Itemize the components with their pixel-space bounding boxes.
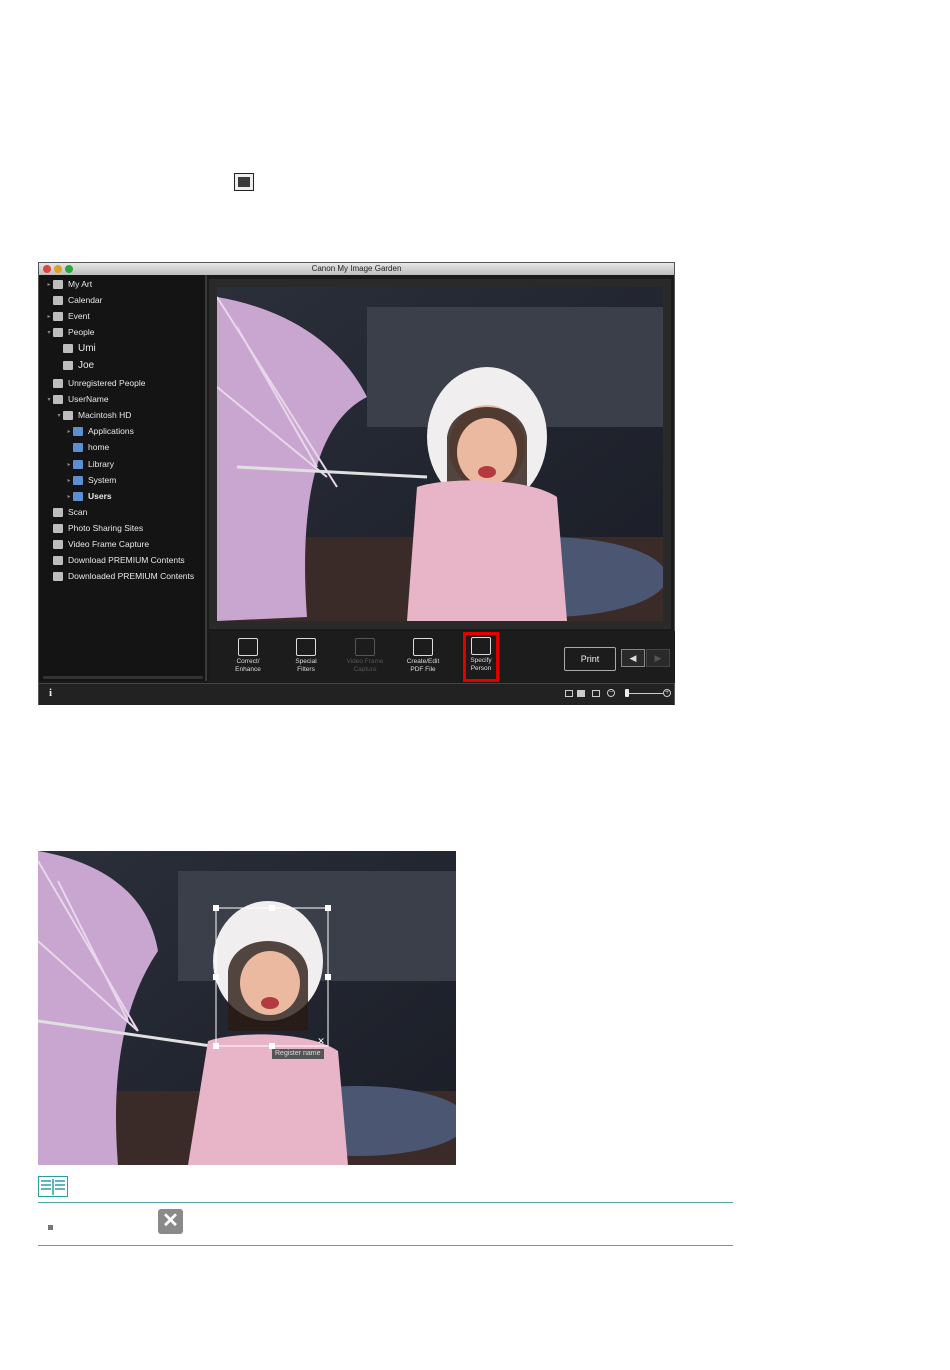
computer-icon bbox=[53, 394, 63, 404]
person-icon bbox=[63, 360, 73, 370]
video-frame-capture-button[interactable]: Video Frame Capture bbox=[336, 635, 394, 681]
sidebar-item-event[interactable]: ▸ Event bbox=[45, 309, 89, 323]
drive-icon bbox=[63, 410, 73, 420]
folder-icon bbox=[73, 475, 83, 485]
sidebar-item-people[interactable]: ▾ People bbox=[45, 325, 94, 339]
close-icon: ✕ bbox=[158, 1209, 183, 1234]
photo-sharing-icon bbox=[53, 523, 63, 533]
folder-icon bbox=[73, 491, 83, 501]
download-icon bbox=[53, 555, 63, 565]
sidebar-item-download-premium[interactable]: Download PREMIUM Contents bbox=[53, 553, 185, 567]
bullet-icon bbox=[48, 1225, 53, 1230]
zoom-slider-knob[interactable] bbox=[625, 689, 629, 697]
video-frame-icon bbox=[53, 539, 63, 549]
sidebar-item-scan[interactable]: Scan bbox=[53, 505, 87, 519]
folder-icon bbox=[73, 459, 83, 469]
special-filters-icon bbox=[296, 638, 316, 656]
face-frame-photo bbox=[38, 851, 456, 1165]
sidebar-item-library[interactable]: ▸ Library bbox=[65, 457, 114, 471]
specify-person-icon bbox=[471, 637, 491, 655]
sidebar-item-macintosh-hd[interactable]: ▾ Macintosh HD bbox=[55, 408, 131, 422]
sidebar-item-username[interactable]: ▾ UserName bbox=[45, 392, 108, 406]
toolbar: Correct/ Enhance Special Filters Video F… bbox=[209, 631, 675, 683]
correct-enhance-button[interactable]: Correct/ Enhance bbox=[219, 635, 277, 681]
sidebar: ▸ My Art Calendar ▸ Event ▾ People Umi Joe … bbox=[39, 275, 207, 681]
correct-enhance-icon bbox=[238, 638, 258, 656]
people-icon bbox=[53, 327, 63, 337]
video-frame-capture-icon bbox=[355, 638, 375, 656]
unregistered-people-icon bbox=[53, 378, 63, 388]
event-icon bbox=[53, 311, 63, 321]
full-screen-icon[interactable] bbox=[592, 690, 600, 697]
sidebar-item-downloaded-premium[interactable]: Downloaded PREMIUM Contents bbox=[53, 569, 194, 583]
downloaded-folder-icon bbox=[53, 571, 63, 581]
sidebar-item-users[interactable]: ▸ Users bbox=[65, 489, 111, 503]
zoom-out-icon[interactable]: − bbox=[607, 689, 615, 697]
special-filters-button[interactable]: Special Filters bbox=[277, 635, 335, 681]
sidebar-item-unregistered-people[interactable]: Unregistered People bbox=[53, 376, 146, 390]
window-title: Canon My Image Garden bbox=[311, 264, 402, 273]
detail-view-icon[interactable] bbox=[577, 690, 585, 697]
scan-icon bbox=[53, 507, 63, 517]
pdf-file-icon bbox=[413, 638, 433, 656]
sidebar-item-calendar[interactable]: Calendar bbox=[45, 293, 103, 307]
previous-button[interactable]: ◀ bbox=[621, 649, 645, 667]
myart-icon bbox=[53, 279, 63, 289]
thumbnail-view-icon[interactable] bbox=[565, 690, 573, 697]
folder-icon bbox=[73, 426, 83, 436]
sidebar-item-home[interactable]: home bbox=[73, 440, 109, 454]
status-bar: i − + bbox=[39, 683, 674, 705]
full-screen-view-icon bbox=[234, 173, 254, 191]
register-name-field[interactable]: Register name bbox=[272, 1049, 324, 1059]
sidebar-item-joe[interactable]: Joe bbox=[63, 358, 94, 372]
preview-area bbox=[209, 279, 671, 629]
sidebar-item-applications[interactable]: ▸ Applications bbox=[65, 424, 133, 438]
person-icon bbox=[63, 343, 73, 353]
sidebar-item-video-frame-capture[interactable]: Video Frame Capture bbox=[53, 537, 149, 551]
sidebar-item-my-art[interactable]: ▸ My Art bbox=[45, 277, 92, 291]
specify-person-button[interactable]: Specify Person bbox=[463, 632, 499, 682]
sidebar-item-photo-sharing-sites[interactable]: Photo Sharing Sites bbox=[53, 521, 143, 535]
zoom-slider[interactable] bbox=[627, 693, 663, 694]
face-frame-close-icon[interactable]: ✕ bbox=[316, 1036, 326, 1046]
next-button[interactable]: ▶ bbox=[646, 649, 670, 667]
sidebar-item-system[interactable]: ▸ System bbox=[65, 473, 116, 487]
app-window: Canon My Image Garden ▸ My Art Calendar ▸… bbox=[38, 262, 675, 705]
note-book-icon bbox=[38, 1176, 68, 1197]
title-bar: Canon My Image Garden bbox=[39, 263, 674, 275]
sidebar-scrollbar[interactable] bbox=[43, 676, 203, 679]
info-button[interactable]: i bbox=[49, 687, 52, 699]
zoom-in-icon[interactable]: + bbox=[663, 689, 671, 697]
note-top-divider bbox=[38, 1202, 733, 1203]
create-edit-pdf-button[interactable]: Create/Edit PDF File bbox=[394, 635, 452, 681]
folder-icon bbox=[73, 442, 83, 452]
note-bottom-divider bbox=[38, 1245, 733, 1246]
calendar-icon bbox=[53, 295, 63, 305]
preview-photo[interactable] bbox=[217, 287, 663, 621]
sidebar-item-umi[interactable]: Umi bbox=[63, 341, 96, 355]
print-button[interactable]: Print bbox=[564, 647, 616, 671]
